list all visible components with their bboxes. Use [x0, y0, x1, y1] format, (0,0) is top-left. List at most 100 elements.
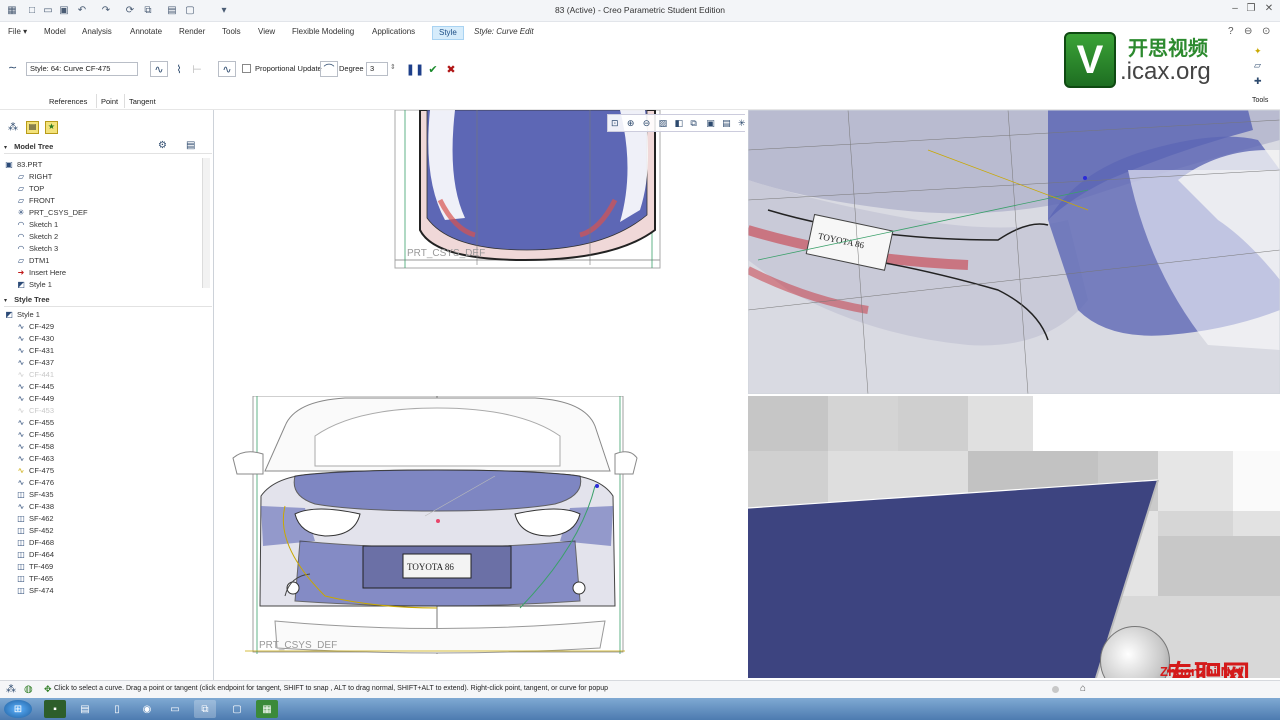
tab-analysis[interactable]: Analysis [82, 27, 112, 41]
perspective-icon[interactable]: ▤ [722, 118, 736, 129]
tree-item[interactable]: ∿ CF-456 [4, 428, 210, 440]
restore-icon[interactable]: ❐ [1244, 3, 1258, 17]
collapse-style-tree-icon[interactable]: ▾ [4, 297, 12, 304]
tree-item[interactable]: ◫ SF-474 [4, 584, 210, 596]
tree-item[interactable]: ◩ Style 1 [4, 278, 200, 290]
tree-item[interactable]: ◫ SF-462 [4, 512, 210, 524]
tab-style[interactable]: Style [432, 26, 464, 40]
subtab-tangent[interactable]: Tangent [129, 97, 156, 106]
taskbar-creo[interactable]: ▦ [256, 700, 278, 718]
pause-button[interactable]: ❚❚ [406, 61, 424, 77]
navigator-toggle-icon[interactable]: ⁂ [6, 684, 16, 695]
favorites-tab-icon[interactable]: ★ [45, 121, 58, 134]
tree-item[interactable]: ∿ CF-438 [4, 500, 210, 512]
tree-item[interactable]: ◩ Style 1 [4, 308, 210, 320]
tab-annotate[interactable]: Annotate [130, 27, 162, 41]
tree-item[interactable]: ✳ PRT_CSYS_DEF [4, 206, 200, 218]
tree-item[interactable]: ∿ CF-437 [4, 356, 210, 368]
tree-item[interactable]: ∿ CF-430 [4, 332, 210, 344]
tab-model[interactable]: Model [44, 27, 66, 41]
model-tree-scrollbar[interactable] [202, 158, 210, 288]
subtab-references[interactable]: References [49, 97, 87, 106]
tree-item[interactable]: ◫ TF-469 [4, 560, 210, 572]
viewport-zoomed[interactable]: 专职网 Zhuanzhi.Net [748, 396, 1280, 678]
zoom-in-icon[interactable]: ⊕ [627, 118, 641, 129]
taskbar-folder[interactable]: ▭ [164, 700, 186, 718]
tree-item[interactable]: ◫ DF-464 [4, 548, 210, 560]
viewport-front[interactable]: TOYOTA 86 PRT_CSYS_DEF [215, 396, 745, 678]
tree-item[interactable]: ∿ CF-453 [4, 404, 210, 416]
tab-render[interactable]: Render [179, 27, 205, 41]
tree-columns-icon[interactable]: ▤ [186, 140, 195, 151]
tab-flexible-modeling[interactable]: Flexible Modeling [292, 27, 354, 41]
proportional-update-checkbox[interactable] [242, 64, 251, 73]
tree-item[interactable]: ∿ CF-441 [4, 368, 210, 380]
tree-item[interactable]: ▱ RIGHT [4, 170, 200, 182]
tab-style-curve-edit[interactable]: Style: Curve Edit [474, 27, 534, 41]
tab-view[interactable]: View [258, 27, 275, 41]
ok-button[interactable]: ✔ [424, 61, 442, 77]
degree-spinner-icon[interactable]: ⇕ [390, 63, 396, 71]
datum-display-icon[interactable]: ✳ [738, 118, 745, 129]
zoom-out-icon[interactable]: ⊖ [643, 118, 657, 129]
planar-curve-button[interactable]: ⌇ [170, 61, 188, 77]
minimize-icon[interactable]: – [1228, 3, 1242, 17]
csys-tool-icon[interactable]: ✚ [1254, 76, 1262, 87]
taskbar-app-7[interactable]: ▢ [226, 700, 248, 718]
tree-item[interactable]: ➜ Insert Here [4, 266, 200, 278]
taskbar-app-1[interactable]: ▪ [44, 700, 66, 718]
tree-item[interactable]: ∿ CF-463 [4, 452, 210, 464]
control-point-button[interactable]: ∿ [218, 61, 236, 77]
tab-tools[interactable]: Tools [222, 27, 241, 41]
taskbar-app-6[interactable]: ⧉ [194, 700, 216, 718]
help-icon[interactable]: ? [1228, 26, 1234, 37]
collapse-model-tree-icon[interactable]: ▾ [4, 144, 12, 151]
tree-item[interactable]: ◫ SF-435 [4, 488, 210, 500]
tree-item[interactable]: ◠ Sketch 2 [4, 230, 200, 242]
curve-reference-field[interactable]: Style: 64: Curve CF-475 [26, 62, 138, 76]
subtab-point[interactable]: Point [101, 97, 118, 106]
close-icon[interactable]: ✕ [1262, 3, 1276, 17]
viewport-top[interactable]: PRT_CSYS_DEF ⊡ ⊕ ⊖ ▨ ◧ ⧉ ▣ ▤ ✳ ⊞ ⋰ ⁘ ✛ □… [215, 110, 745, 394]
tree-settings-icon[interactable]: ⚙ [158, 140, 167, 151]
saved-views-icon[interactable]: ⧉ [690, 118, 704, 129]
tree-item[interactable]: ◠ Sketch 1 [4, 218, 200, 230]
tree-item[interactable]: ∿ CF-445 [4, 380, 210, 392]
tree-item[interactable]: ▣ 83.PRT [4, 158, 200, 170]
tree-item[interactable]: ▱ DTM1 [4, 254, 200, 266]
refit-icon[interactable]: ⊡ [611, 118, 625, 129]
free-curve-button[interactable]: ∿ [150, 61, 168, 77]
taskbar-app-3[interactable]: ▯ [106, 700, 128, 718]
tab-file[interactable]: File ▾ [8, 27, 27, 41]
tab-applications[interactable]: Applications [372, 27, 415, 41]
browser-toggle-icon[interactable]: ◍ [24, 684, 33, 695]
tree-item[interactable]: ◫ SF-452 [4, 524, 210, 536]
repaint-icon[interactable]: ▨ [659, 118, 673, 129]
view-manager-icon[interactable]: ▣ [706, 118, 720, 129]
tree-item[interactable]: ◫ DF-468 [4, 536, 210, 548]
start-button[interactable]: ⊞ [4, 700, 32, 718]
tree-item[interactable]: ◫ TF-465 [4, 572, 210, 584]
tree-item[interactable]: ∿ CF-476 [4, 476, 210, 488]
point-tool-icon[interactable]: ✦ [1254, 46, 1262, 57]
tree-item[interactable]: ∿ CF-475 [4, 464, 210, 476]
help-center-icon[interactable]: ⊙ [1262, 26, 1270, 37]
minimize-ribbon-icon[interactable]: ⊖ [1244, 26, 1252, 37]
taskbar-app-2[interactable]: ▤ [74, 700, 96, 718]
tree-item[interactable]: ∿ CF-431 [4, 344, 210, 356]
tree-item[interactable]: ∿ CF-455 [4, 416, 210, 428]
model-tree-tab-icon[interactable]: ⁂ [8, 122, 18, 133]
degree-input[interactable]: 3 [366, 62, 388, 76]
plane-tool-icon[interactable]: ▱ [1254, 60, 1261, 71]
taskbar-chrome[interactable]: ◉ [136, 700, 158, 718]
tree-item[interactable]: ▱ FRONT [4, 194, 200, 206]
tree-item[interactable]: ∿ CF-429 [4, 320, 210, 332]
smart-filter-icon[interactable]: ⌂ [1080, 683, 1086, 694]
tree-item[interactable]: ◠ Sketch 3 [4, 242, 200, 254]
display-style-icon[interactable]: ◧ [675, 118, 689, 129]
cos-curve-button[interactable]: ⊢ [188, 61, 206, 77]
viewport-perspective[interactable]: TOYOTA 86 [748, 110, 1280, 394]
tree-item[interactable]: ∿ CF-458 [4, 440, 210, 452]
tree-item[interactable]: ▱ TOP [4, 182, 200, 194]
folder-browser-tab-icon[interactable]: ▤ [26, 121, 39, 134]
